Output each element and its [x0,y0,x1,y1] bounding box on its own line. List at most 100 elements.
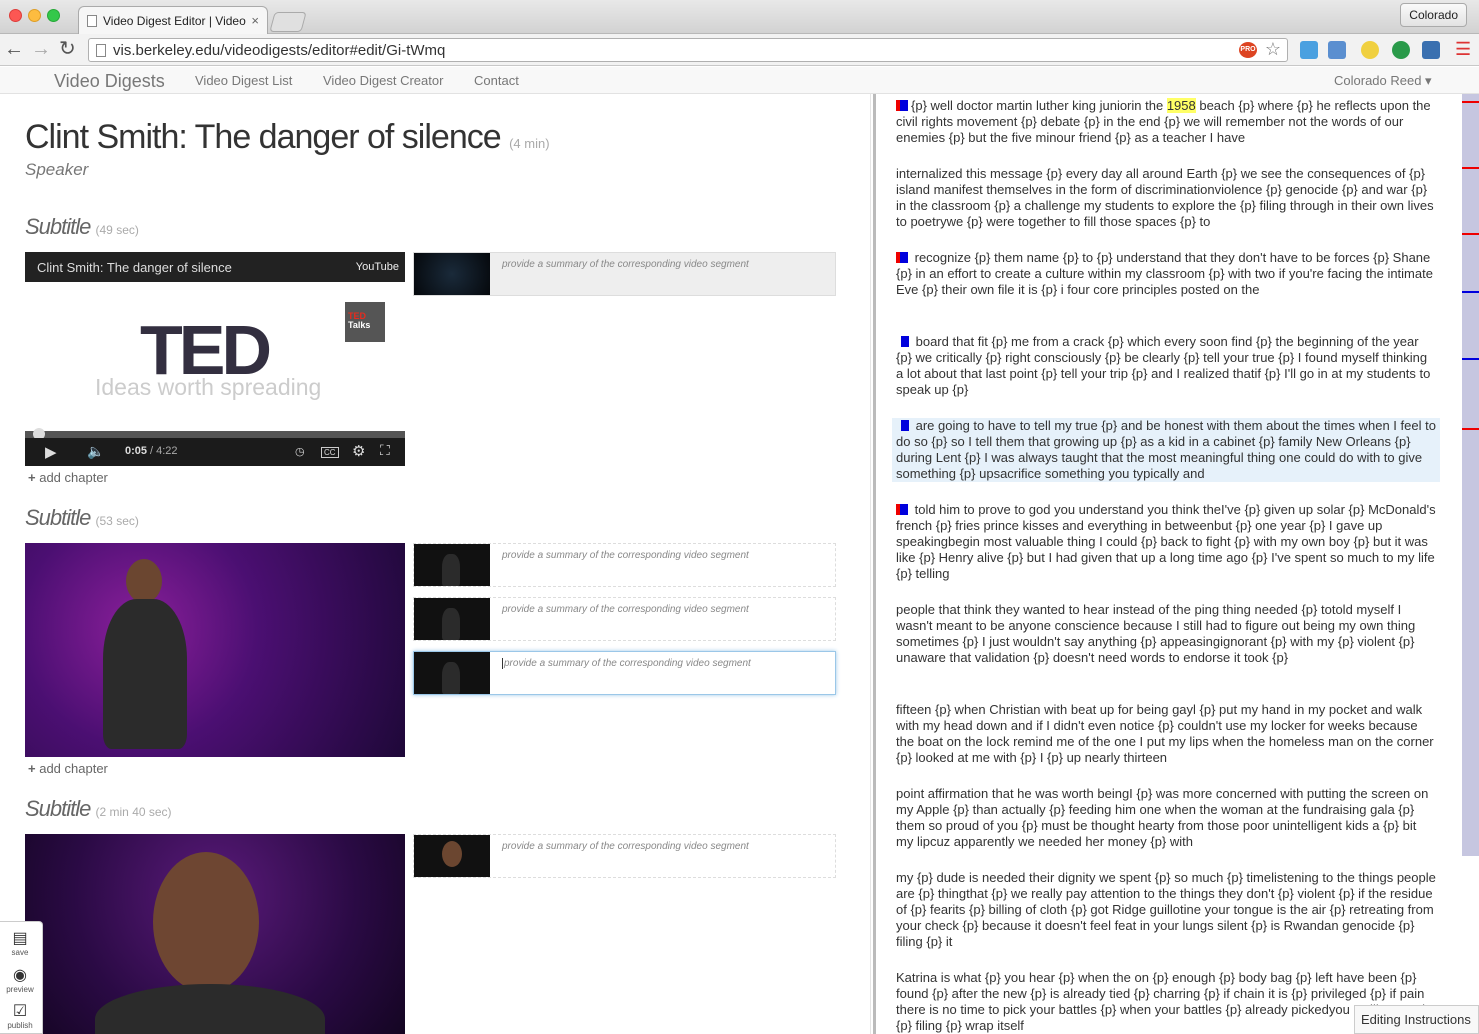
player-title[interactable]: Clint Smith: The danger of silence [37,260,232,275]
zoom-window-button[interactable] [47,9,60,22]
volume-icon[interactable]: 🔈 [87,443,104,460]
video-player[interactable]: Clint Smith: The danger of silence YouTu… [25,252,405,466]
minimize-window-button[interactable] [28,9,41,22]
close-window-button[interactable] [9,9,22,22]
extension-blue-icon[interactable] [1422,41,1440,59]
segment-thumbnail[interactable] [414,544,490,586]
segment-summary[interactable]: provide a summary of the corresponding v… [413,834,836,878]
transcript-paragraph[interactable]: internalized this message {p} every day … [896,166,1436,230]
add-chapter-button[interactable]: + add chapter [28,761,108,776]
browser-titlebar: Video Digest Editor | Video × Colorado [0,0,1479,35]
browser-toolbar: ← → ↻ vis.berkeley.edu/videodigests/edit… [0,34,1479,66]
nav-link-contact[interactable]: Contact [474,73,519,88]
reload-icon[interactable]: ↻ [59,39,76,59]
extension-people-icon[interactable] [1300,41,1318,59]
add-chapter-button[interactable]: + add chapter [28,470,108,485]
segment-summary[interactable]: provide a summary of the corresponding v… [413,252,836,296]
extension-yellow-icon[interactable] [1361,41,1379,59]
transcript-paragraph[interactable]: people that think they wanted to hear in… [896,602,1436,666]
scrollbar-thumb[interactable] [1462,94,1479,856]
marker-blue-icon[interactable] [900,504,908,515]
save-label: save [11,948,29,957]
settings-gear-icon[interactable]: ⚙ [352,442,365,460]
transcript-paragraph[interactable]: {p} well doctor martin luther king junio… [896,98,1436,146]
transcript-paragraph[interactable]: point affirmation that he was worth bein… [896,786,1436,850]
play-icon[interactable]: ▶ [45,443,57,461]
bookmark-star-icon[interactable]: ☆ [1265,39,1281,60]
forward-arrow-icon[interactable]: → [31,39,51,59]
pro-badge-icon[interactable]: PRO [1239,42,1257,58]
publish-button[interactable]: ☑ publish [0,1001,40,1030]
speaker-body [95,984,325,1034]
section-title[interactable]: Subtitle [25,505,91,530]
ted-talks-badge: TED Talks [345,302,385,342]
extension-grid-icon[interactable] [1328,41,1346,59]
section-heading: Subtitle (2 min 40 sec) [25,796,172,822]
thumb-speaker [442,662,460,694]
section-duration: (2 min 40 sec) [95,805,172,819]
segment-thumbnail[interactable] [414,652,490,694]
transcript-paragraph[interactable]: my {p} dude is needed their dignity we s… [896,870,1436,950]
captions-icon[interactable]: CC [321,447,339,458]
segment-summary-input[interactable]: provide a summary of the corresponding v… [502,550,749,561]
segment-summary-input[interactable]: provide a summary of the corresponding v… [502,841,749,852]
address-bar[interactable]: vis.berkeley.edu/videodigests/editor#edi… [88,38,1288,62]
publish-label: publish [7,1021,33,1030]
nav-link-digest-list[interactable]: Video Digest List [195,73,292,88]
add-chapter-label: add chapter [39,470,108,485]
transcript-paragraph[interactable]: recognize {p} them name {p} to {p} under… [896,250,1436,298]
transcript-text: board that fit {p} me from a crack {p} w… [896,334,1431,397]
extension-green-icon[interactable] [1392,41,1410,59]
section-duration: (53 sec) [95,514,139,528]
watch-later-icon[interactable]: ◷ [295,445,305,458]
editing-instructions-button[interactable]: Editing Instructions [1354,1005,1479,1034]
transcript-paragraph[interactable]: told him to prove to god you understand … [896,502,1436,582]
transcript-paragraph[interactable]: board that fit {p} me from a crack {p} w… [896,334,1436,398]
scroll-marker-blue [1462,358,1479,360]
current-time: 0:05 [125,445,148,457]
save-button[interactable]: ▤ save [0,928,40,957]
marker-blue-icon[interactable] [900,100,908,111]
splitter-handle[interactable] [873,94,876,1034]
back-arrow-icon[interactable]: ← [4,39,24,59]
highlighted-word[interactable]: 1958 [1166,98,1196,113]
brand-link[interactable]: Video Digests [54,71,165,92]
transcript-text: point affirmation that he was worth bein… [896,786,1429,849]
preview-button[interactable]: ◉ preview [0,965,40,994]
tab-close-icon[interactable]: × [251,13,259,28]
nav-link-digest-creator[interactable]: Video Digest Creator [323,73,443,88]
segment-summary[interactable]: provide a summary of the corresponding v… [413,651,836,695]
profile-button[interactable]: Colorado [1400,3,1467,27]
browser-tab[interactable]: Video Digest Editor | Video × [78,6,268,35]
menu-icon[interactable]: ☰ [1455,39,1471,59]
segment-thumbnail[interactable] [414,835,490,877]
marker-blue-icon[interactable] [901,420,909,431]
video-frame[interactable] [25,834,405,1034]
segment-thumbnail[interactable] [414,253,490,295]
scroll-marker-red [1462,167,1479,169]
marker-blue-icon[interactable] [901,336,909,347]
youtube-logo[interactable]: YouTube [356,261,399,273]
segment-summary[interactable]: provide a summary of the corresponding v… [413,543,836,587]
transcript-paragraph[interactable]: fifteen {p} when Christian with beat up … [896,702,1436,766]
segment-summary-input[interactable]: provide a summary of the corresponding v… [502,259,749,270]
video-frame[interactable] [25,543,405,757]
speaker-head [153,852,259,992]
segment-summary-input[interactable]: provide a summary of the corresponding v… [502,658,751,669]
section-title[interactable]: Subtitle [25,796,91,821]
digest-title[interactable]: Clint Smith: The danger of silence [25,118,502,156]
marker-blue-icon[interactable] [900,252,908,263]
user-menu[interactable]: Colorado Reed ▾ [1334,73,1432,89]
player-progress-bar[interactable] [25,428,405,440]
transcript-paragraph-selected[interactable]: are going to have to tell my true {p} an… [892,418,1440,482]
panel-splitter[interactable] [870,94,884,1034]
speaker-field[interactable]: Speaker [25,160,88,180]
section-title[interactable]: Subtitle [25,214,91,239]
fullscreen-icon[interactable]: ⛶ [380,442,390,459]
tab-title: Video Digest Editor | Video [103,14,246,28]
segment-summary[interactable]: provide a summary of the corresponding v… [413,597,836,641]
segment-thumbnail[interactable] [414,598,490,640]
segment-summary-input[interactable]: provide a summary of the corresponding v… [502,604,749,615]
new-tab-button[interactable] [269,12,307,32]
scroll-marker-red [1462,233,1479,235]
